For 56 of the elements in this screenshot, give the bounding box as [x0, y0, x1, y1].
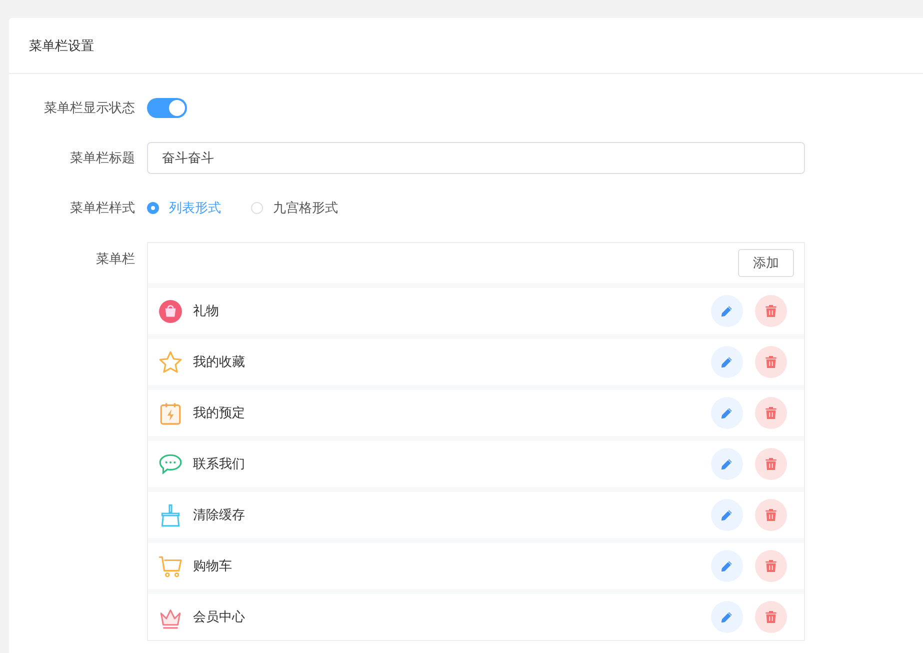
menu-item-label: 礼物: [193, 303, 220, 320]
radio-option[interactable]: 九宫格形式: [251, 199, 338, 217]
delete-button[interactable]: [755, 550, 787, 582]
pencil-icon: [719, 405, 735, 421]
pencil-icon: [719, 507, 735, 523]
trash-icon: [763, 303, 779, 319]
menu-item-label: 清除缓存: [193, 507, 246, 524]
menu-item-row[interactable]: 会员中心: [148, 594, 804, 640]
delete-button[interactable]: [755, 295, 787, 327]
trash-icon: [763, 456, 779, 472]
pencil-icon: [719, 558, 735, 574]
pencil-icon: [719, 354, 735, 370]
edit-button[interactable]: [711, 295, 743, 327]
edit-button[interactable]: [711, 448, 743, 480]
menu-item-label: 我的收藏: [193, 354, 246, 371]
delete-button[interactable]: [755, 499, 787, 531]
speech-bubble-icon: [158, 452, 183, 476]
pencil-icon: [719, 456, 735, 472]
menu-item-row[interactable]: 我的收藏: [148, 339, 804, 385]
star-icon: [158, 350, 183, 374]
menu-item-label: 联系我们: [193, 456, 246, 473]
menu-item-row[interactable]: 购物车: [148, 543, 804, 589]
field-label: 菜单栏显示状态: [43, 100, 136, 117]
menu-item-label: 购物车: [193, 558, 233, 575]
delete-button[interactable]: [755, 346, 787, 378]
title-field[interactable]: 奋斗奋斗: [147, 142, 805, 174]
pencil-icon: [719, 303, 735, 319]
edit-button[interactable]: [711, 550, 743, 582]
trash-icon: [763, 354, 779, 370]
menu-item-row[interactable]: 清除缓存: [148, 492, 804, 538]
menu-item-row[interactable]: 礼物: [148, 288, 804, 334]
trash-icon: [763, 405, 779, 421]
field-label: 菜单栏标题: [69, 150, 136, 167]
field-label: 菜单栏: [95, 251, 136, 268]
card-title: 菜单栏设置: [29, 38, 94, 54]
menu-item-row[interactable]: 联系我们: [148, 441, 804, 487]
add-button[interactable]: 添加: [738, 249, 794, 277]
cart-icon: [158, 554, 183, 578]
calendar-icon: [158, 400, 183, 426]
delete-button[interactable]: [755, 448, 787, 480]
field-label: 菜单栏样式: [69, 200, 136, 217]
edit-button[interactable]: [711, 346, 743, 378]
edit-button[interactable]: [711, 397, 743, 429]
gift-bag-icon: [158, 298, 183, 324]
toggle-switch[interactable]: [147, 98, 187, 118]
delete-button[interactable]: [755, 601, 787, 633]
delete-button[interactable]: [755, 397, 787, 429]
menu-item-label: 会员中心: [193, 609, 246, 626]
edit-button[interactable]: [711, 499, 743, 531]
edit-button[interactable]: [711, 601, 743, 633]
menu-item-label: 我的预定: [193, 405, 246, 422]
trash-icon: [763, 507, 779, 523]
trash-icon: [763, 558, 779, 574]
trash-icon: [763, 609, 779, 625]
menu-item-row[interactable]: 我的预定: [148, 390, 804, 436]
pencil-icon: [719, 609, 735, 625]
